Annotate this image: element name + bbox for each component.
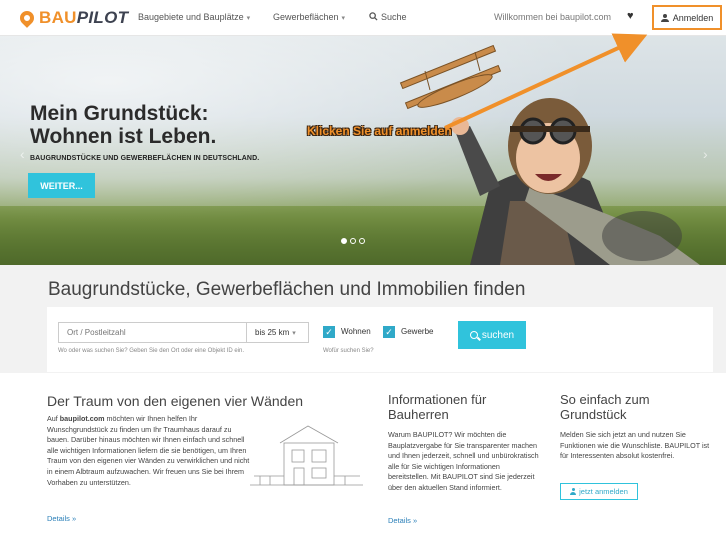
search-icon [369,12,378,21]
location-input[interactable] [58,322,246,343]
location-hint: Wo oder was suchen Sie? Geben Sie den Or… [58,348,244,354]
heart-icon[interactable]: ♥ [627,10,634,22]
help-link[interactable]: Wofür suchen Sie? [323,348,374,354]
hero-subtitle: BAUGRUNDSTÜCKE UND GEWERBEFLÄCHEN IN DEU… [30,155,260,162]
navbar: BAUPILOT Baugebiete und Bauplätze ▾ Gewer… [0,0,726,36]
caret-down-icon: ▾ [292,329,296,337]
slide-dot[interactable] [359,238,365,244]
gewerbe-label[interactable]: Gewerbe [401,327,433,336]
col3-title: So einfach zum Grundstück [560,392,650,422]
hero-slider: Mein Grundstück: Wohnen ist Leben. BAUGRU… [0,36,726,265]
nav-gewerbeflaechen[interactable]: Gewerbeflächen ▾ [273,12,345,22]
slide-indicator [341,238,365,244]
hero-image [399,44,700,265]
wohnen-label[interactable]: Wohnen [341,327,371,336]
user-icon [660,13,669,22]
login-button[interactable]: Anmelden [652,5,722,30]
user-icon [570,488,577,495]
col1-title: Der Traum von den eigenen vier Wänden [47,393,304,409]
col2-text: Warum BAUPILOT? Wir möchten die Bauplatz… [388,430,539,492]
logo-text: BAUPILOT [39,8,129,27]
logo[interactable]: BAUPILOT [17,8,129,28]
search-title: Baugrundstücke, Gewerbeflächen und Immob… [48,279,526,300]
radius-select[interactable]: bis 25 km ▾ [246,322,309,343]
hero-title: Mein Grundstück: Wohnen ist Leben. [30,102,217,148]
search-button[interactable]: suchen [458,321,526,349]
welcome-text: Willkommen bei baupilot.com [494,12,612,22]
col2-title: Informationen für Bauherren [388,392,487,422]
check-icon[interactable]: ✓ [323,326,335,338]
slide-arrow-right-icon[interactable]: › [703,146,708,162]
caret-down-icon: ▾ [246,15,251,22]
caret-down-icon: ▾ [341,15,346,22]
slide-dot[interactable] [350,238,356,244]
slide-arrow-left-icon[interactable]: ‹ [20,146,25,162]
hero-weiter-button[interactable]: WEITER... [28,173,95,198]
col1-details-link[interactable]: Details » [47,514,76,523]
slide-dot[interactable] [341,238,347,244]
house-illustration [250,425,363,486]
logo-pin-icon [17,8,37,28]
nav-baugebiete[interactable]: Baugebiete und Bauplätze ▾ [138,12,250,22]
nav-suche[interactable]: Suche [369,12,407,22]
register-button[interactable]: jetzt anmelden [560,483,638,500]
col2-details-link[interactable]: Details » [388,516,417,525]
search-icon [469,331,478,339]
col1-text: Auf baupilot.com möchten wir Ihnen helfe… [47,414,250,487]
annotation-label: Klicken Sie auf anmelden [307,124,452,138]
check-icon[interactable]: ✓ [383,326,395,338]
col3-text: Melden Sie sich jetzt an und nutzen Sie … [560,430,710,461]
